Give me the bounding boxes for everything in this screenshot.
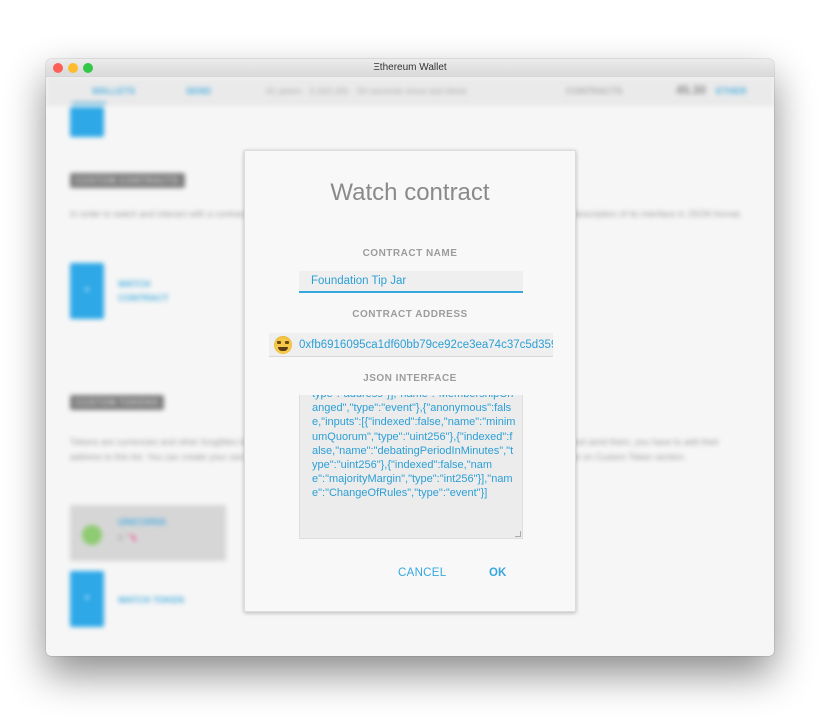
zoom-window-icon[interactable] [83, 63, 93, 73]
ok-button[interactable]: OK [489, 567, 506, 579]
minimize-window-icon[interactable] [68, 63, 78, 73]
close-window-icon[interactable] [53, 63, 63, 73]
json-interface-value: type":"address"}],"name":"MembershipChan… [312, 395, 516, 500]
watch-contract-dialog: Watch contract CONTRACT NAME CONTRACT AD… [244, 150, 576, 612]
cancel-button[interactable]: CANCEL [398, 567, 446, 579]
address-identicon-icon [274, 336, 292, 354]
contract-address-input[interactable]: 0xfb6916095ca1df60bb79ce92ce3ea74c37c5d3… [269, 333, 553, 357]
json-interface-label: JSON INTERFACE [363, 373, 457, 384]
dialog-title: Watch contract [330, 179, 490, 206]
title-bar: Ξthereum Wallet [46, 59, 774, 77]
contract-name-label: CONTRACT NAME [362, 248, 458, 259]
textarea-resize-handle[interactable] [515, 531, 521, 537]
window-title: Ξthereum Wallet [373, 62, 447, 73]
contract-name-input[interactable] [299, 271, 523, 293]
json-interface-textarea[interactable]: type":"address"}],"name":"MembershipChan… [299, 395, 523, 539]
app-window: Ξthereum Wallet WALLETS SEND 41 peers · … [46, 59, 774, 656]
contract-address-label: CONTRACT ADDRESS [352, 309, 468, 320]
contract-address-value: 0xfb6916095ca1df60bb79ce92ce3ea74c37c5d3… [299, 339, 553, 351]
